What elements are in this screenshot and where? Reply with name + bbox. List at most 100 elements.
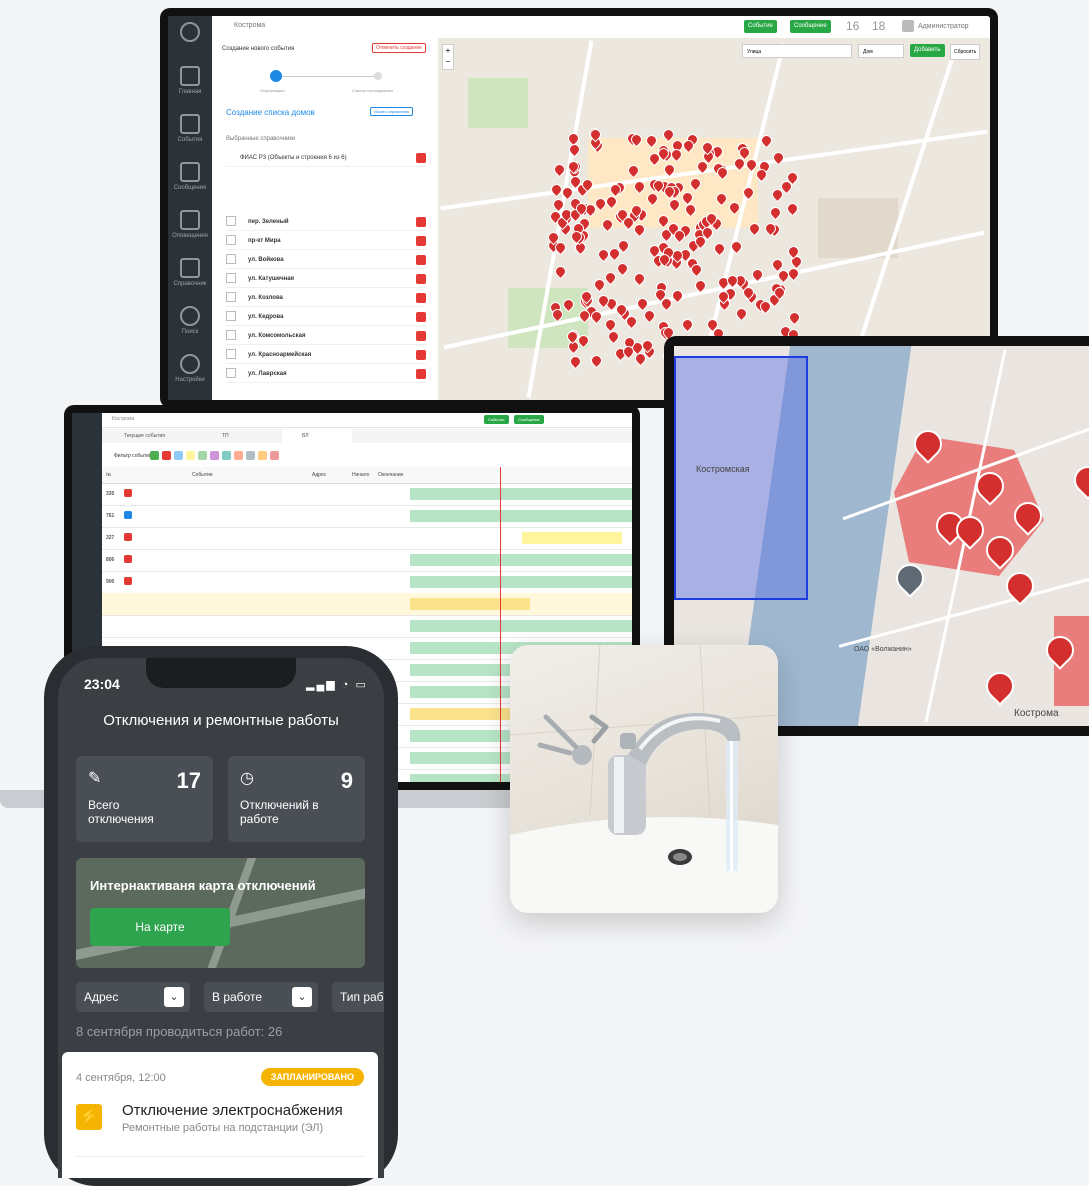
breadcrumb[interactable]: Кострома: [234, 22, 265, 29]
table-row[interactable]: [102, 593, 632, 616]
stat-card-total[interactable]: ✎ 17 Всего отключения: [76, 756, 213, 842]
add-button[interactable]: Добавить: [910, 44, 945, 57]
sidebar-item-main[interactable]: Главная: [168, 60, 212, 106]
pin-icon[interactable]: [605, 329, 621, 345]
street-row[interactable]: ул. Войкова: [226, 252, 426, 269]
checkbox[interactable]: [226, 254, 236, 265]
checkbox[interactable]: [226, 273, 236, 284]
filter-chip[interactable]: [246, 451, 255, 460]
delete-icon[interactable]: [416, 274, 426, 284]
sidebar-item-reference[interactable]: Справочник: [168, 252, 212, 298]
table-row[interactable]: 327: [102, 527, 632, 550]
delete-icon[interactable]: [416, 236, 426, 246]
blue-zone[interactable]: [674, 356, 808, 600]
cancel-create-button[interactable]: Отменить создание: [372, 43, 426, 53]
pin-icon[interactable]: [641, 307, 658, 324]
user-name[interactable]: Администратор: [918, 23, 969, 30]
delete-icon[interactable]: [416, 331, 426, 341]
street-row[interactable]: пр-кт Мира: [226, 233, 426, 250]
checkbox[interactable]: [226, 311, 236, 322]
filter-chip[interactable]: [186, 451, 195, 460]
gantt-bar[interactable]: [410, 488, 632, 500]
new-event-button[interactable]: Событие: [744, 20, 777, 33]
house-filter[interactable]: Дом: [858, 44, 904, 58]
gantt-bar[interactable]: [410, 576, 632, 588]
checkbox[interactable]: [226, 349, 236, 360]
tab-current[interactable]: Текущие события: [124, 433, 165, 439]
checkbox[interactable]: [226, 368, 236, 379]
street-row[interactable]: ул. Кедрова: [226, 309, 426, 326]
new-event-button[interactable]: Событие: [484, 415, 509, 424]
street-filter[interactable]: Улица: [742, 44, 852, 58]
checkbox[interactable]: [226, 216, 236, 227]
table-row[interactable]: 900: [102, 571, 632, 594]
street-row[interactable]: пер. Зеленый: [226, 214, 426, 231]
new-message-button[interactable]: Сообщение: [514, 415, 544, 424]
checkbox[interactable]: [226, 235, 236, 246]
pin-icon[interactable]: [784, 200, 801, 217]
tab-tp[interactable]: ТП: [222, 433, 229, 439]
filter-chip[interactable]: [174, 451, 183, 460]
sidebar-item-search[interactable]: Поиск: [168, 300, 212, 346]
filter-chip[interactable]: [258, 451, 267, 460]
street-row[interactable]: ул. Катушечная: [226, 271, 426, 288]
tab-vl[interactable]: ВЛ: [302, 433, 309, 439]
pin-icon[interactable]: [786, 265, 802, 282]
faucet-pin-icon[interactable]: [1068, 460, 1089, 500]
checkbox[interactable]: [226, 292, 236, 303]
pin-icon[interactable]: [631, 270, 648, 287]
step-2-dot[interactable]: [374, 72, 382, 80]
filter-chip[interactable]: [270, 451, 279, 460]
delete-icon[interactable]: [416, 312, 426, 322]
on-map-button[interactable]: На карте: [90, 908, 230, 946]
pin-icon[interactable]: [603, 270, 619, 286]
event-card[interactable]: 4 сентября, 12:00 ЗАПЛАНИРОВАНО ⚡ Отключ…: [62, 1052, 378, 1178]
address-select[interactable]: Адрес ⌄: [76, 982, 190, 1012]
pin-icon[interactable]: [614, 260, 631, 276]
table-row[interactable]: 761: [102, 505, 632, 528]
filter-chip[interactable]: [162, 451, 171, 460]
street-row[interactable]: ул. Козлова: [226, 290, 426, 307]
pin-icon[interactable]: [568, 353, 584, 370]
gantt-bar[interactable]: [410, 510, 632, 522]
table-row[interactable]: [102, 615, 632, 638]
sidebar-item-events[interactable]: События: [168, 108, 212, 154]
faucet-pin-icon[interactable]: [980, 666, 1020, 706]
sidebar-item-messages[interactable]: Сообщения: [168, 156, 212, 202]
pin-icon[interactable]: [787, 309, 803, 325]
pin-icon[interactable]: [679, 316, 696, 333]
dict-item[interactable]: ФИАС Р3 (Объекты и строения 6 из 6): [226, 150, 426, 167]
table-row[interactable]: 806: [102, 549, 632, 572]
filter-chip[interactable]: [234, 451, 243, 460]
gantt-bar[interactable]: [410, 554, 632, 566]
status-select[interactable]: В работе ⌄: [204, 982, 318, 1012]
pin-icon[interactable]: [588, 352, 604, 368]
delete-icon[interactable]: [416, 369, 426, 379]
pin-icon[interactable]: [711, 240, 727, 256]
table-row[interactable]: 335: [102, 483, 632, 506]
type-select[interactable]: Тип работ: [332, 982, 384, 1012]
breadcrumb[interactable]: Кострома: [112, 416, 134, 422]
gantt-bar[interactable]: [410, 598, 530, 610]
pin-icon[interactable]: [603, 316, 619, 333]
pin-icon[interactable]: [553, 263, 569, 280]
avatar[interactable]: [902, 20, 914, 32]
street-row[interactable]: ул. Лаврская: [226, 366, 426, 383]
delete-icon[interactable]: [416, 153, 426, 163]
filter-chip[interactable]: [222, 451, 231, 460]
pin-icon[interactable]: [767, 204, 784, 221]
reset-button[interactable]: Сбросить: [950, 44, 981, 60]
new-message-button[interactable]: Сообщение: [790, 20, 831, 33]
gantt-bar[interactable]: [410, 620, 632, 632]
street-row[interactable]: ул. Красноармейская: [226, 347, 426, 364]
sidebar-item-notifications[interactable]: Оповещения: [168, 204, 212, 250]
filter-chip[interactable]: [150, 451, 159, 460]
delete-icon[interactable]: [416, 255, 426, 265]
filter-chip[interactable]: [210, 451, 219, 460]
step-1-dot[interactable]: [270, 70, 282, 82]
pin-icon[interactable]: [733, 305, 749, 322]
delete-icon[interactable]: [416, 350, 426, 360]
street-row[interactable]: ул. Комсомольская: [226, 328, 426, 345]
checkbox[interactable]: [226, 330, 236, 341]
sidebar-item-settings[interactable]: Настройки: [168, 348, 212, 394]
